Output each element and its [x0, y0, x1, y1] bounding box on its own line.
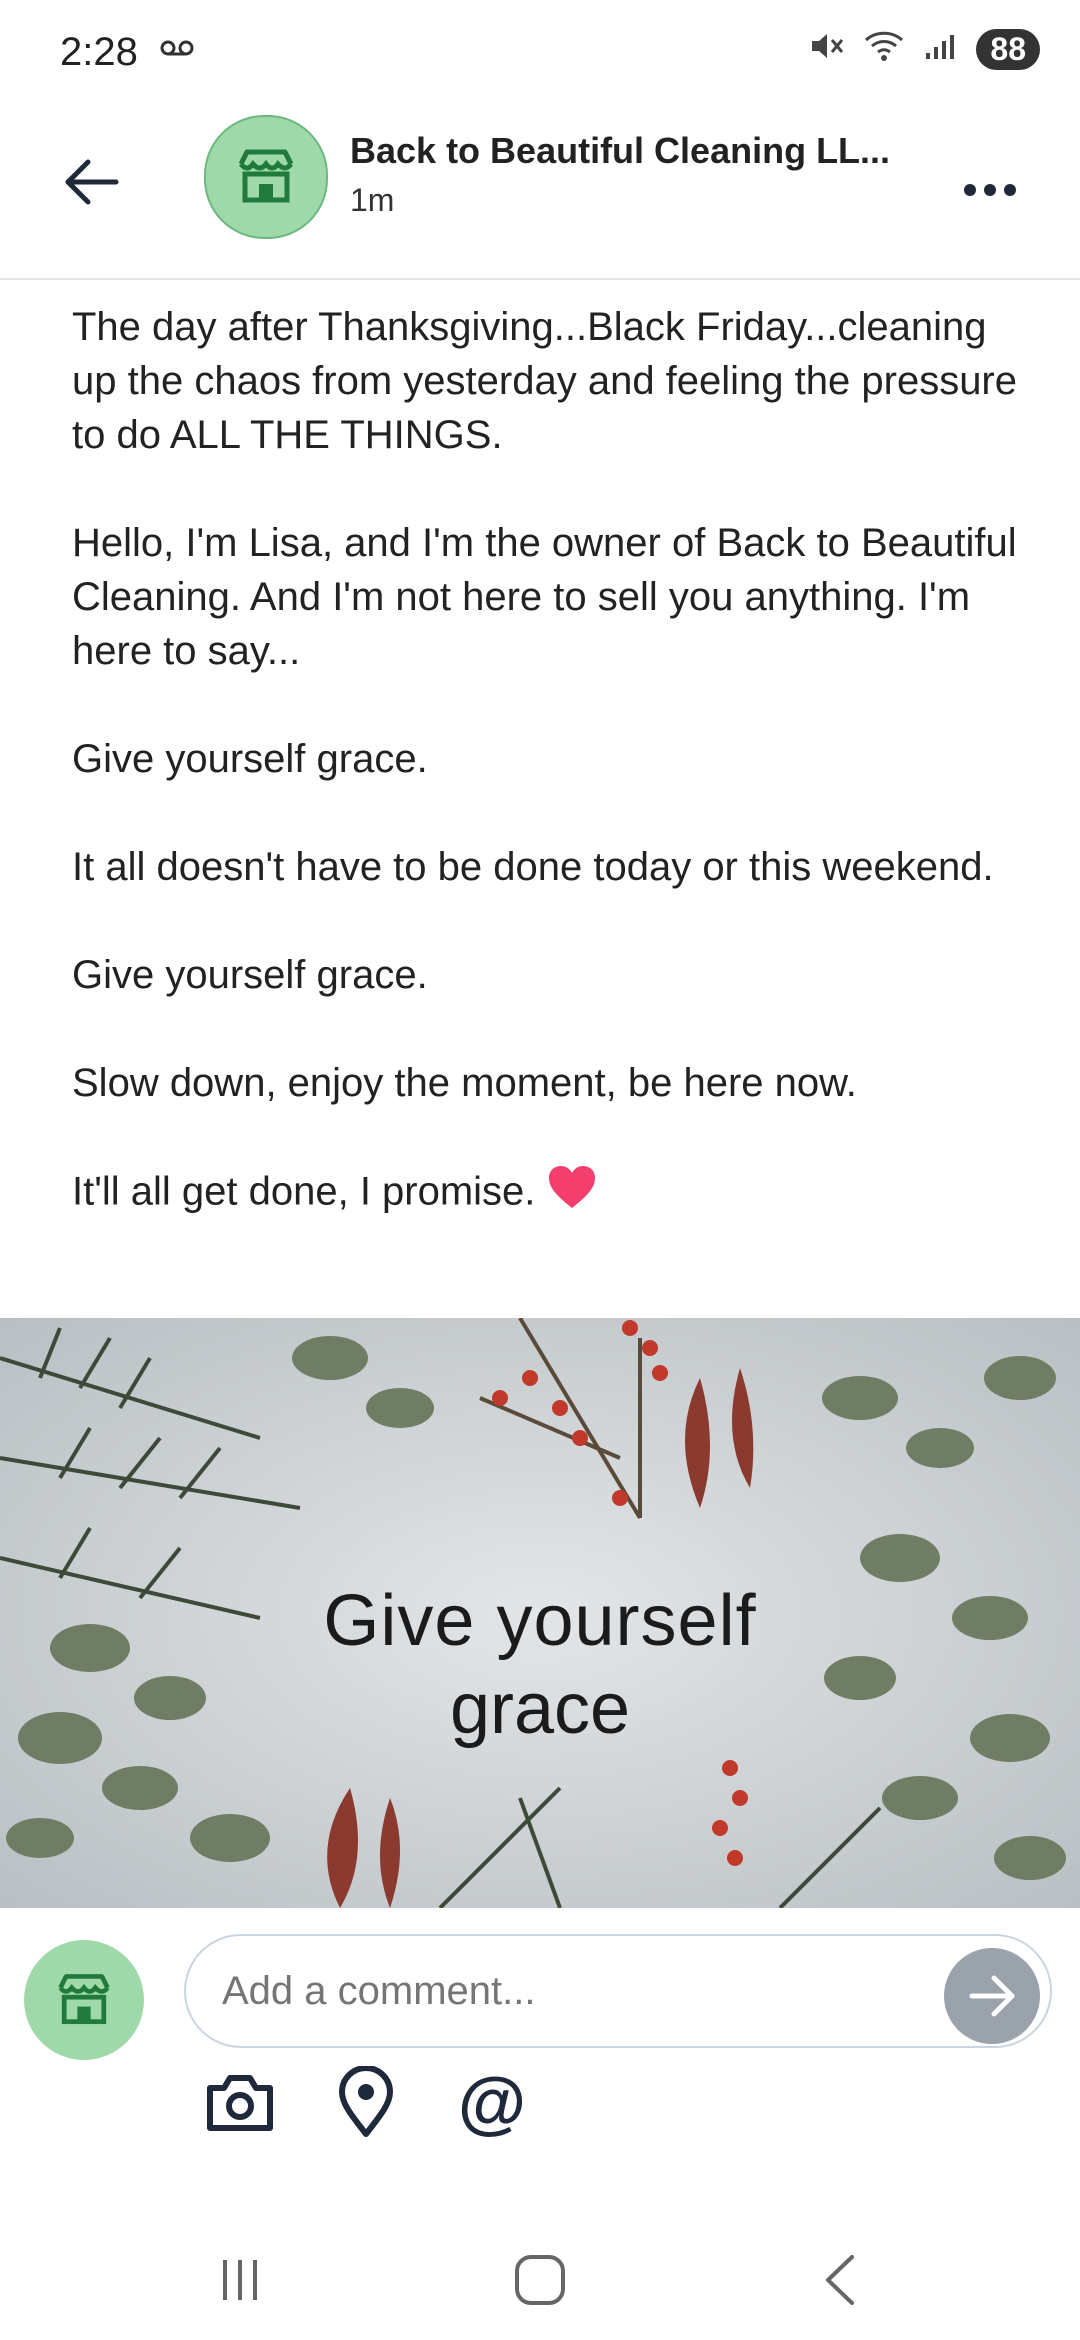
- mention-icon: @: [457, 2063, 527, 2141]
- recent-apps-button[interactable]: [200, 2240, 280, 2320]
- comment-input[interactable]: [220, 1954, 924, 2028]
- commenter-avatar: [24, 1940, 144, 2060]
- battery-indicator: 88: [976, 29, 1040, 70]
- post-header: Back to Beautiful Cleaning LL... 1m: [0, 110, 1080, 280]
- send-comment-button[interactable]: [944, 1948, 1040, 2044]
- storefront-icon: [58, 1974, 110, 2025]
- signal-icon: [924, 31, 958, 68]
- voicemail-icon: [160, 38, 194, 63]
- status-bar: 2:28 88: [0, 0, 1080, 110]
- post-paragraph: It all doesn't have to be done today or …: [72, 845, 994, 889]
- home-icon: [515, 2255, 565, 2305]
- post-paragraph-text: It'll all get done, I promise.: [72, 1169, 536, 1214]
- post-author-name[interactable]: Back to Beautiful Cleaning LL...: [350, 130, 910, 172]
- wifi-icon: [862, 28, 906, 71]
- system-back-button[interactable]: [800, 2240, 880, 2320]
- post-paragraph: The day after Thanksgiving...Black Frida…: [72, 305, 1017, 457]
- post-image[interactable]: Give yourself grace: [0, 1318, 1080, 1908]
- image-caption-line2: grace: [449, 1669, 631, 1749]
- home-button[interactable]: [500, 2240, 580, 2320]
- post-paragraph: Slow down, enjoy the moment, be here now…: [72, 1061, 857, 1105]
- mention-button[interactable]: @: [454, 2064, 530, 2140]
- post-paragraph: Hello, I'm Lisa, and I'm the owner of Ba…: [72, 521, 1017, 673]
- more-horizontal-icon: [964, 184, 1016, 196]
- mute-icon: [808, 28, 844, 71]
- arrow-left-icon: [65, 159, 119, 205]
- post-paragraph-last: It'll all get done, I promise.: [72, 1164, 1022, 1224]
- heart-emoji-icon: [547, 1164, 597, 1224]
- location-pin-icon: [339, 2066, 393, 2137]
- system-nav-bar: [0, 2200, 1080, 2340]
- back-button[interactable]: [60, 150, 140, 230]
- comment-box: [184, 1934, 1052, 2048]
- chevron-left-icon: [826, 2255, 854, 2305]
- status-time: 2:28: [60, 30, 138, 74]
- comment-tools: @: [202, 2064, 530, 2140]
- more-options-button[interactable]: [950, 150, 1030, 230]
- image-caption-line1: Give yourself: [323, 1581, 757, 1661]
- post-timestamp: 1m: [350, 182, 395, 218]
- post-paragraph: Give yourself grace.: [72, 737, 428, 781]
- camera-button[interactable]: [202, 2064, 278, 2140]
- recent-apps-icon: [223, 2260, 257, 2300]
- arrow-right-icon: [969, 1975, 1015, 2017]
- business-avatar[interactable]: [204, 115, 328, 239]
- post-body: The day after Thanksgiving...Black Frida…: [72, 300, 1022, 1278]
- camera-icon: [207, 2075, 273, 2131]
- location-button[interactable]: [328, 2064, 404, 2140]
- storefront-icon: [238, 149, 294, 203]
- post-paragraph: Give yourself grace.: [72, 953, 428, 997]
